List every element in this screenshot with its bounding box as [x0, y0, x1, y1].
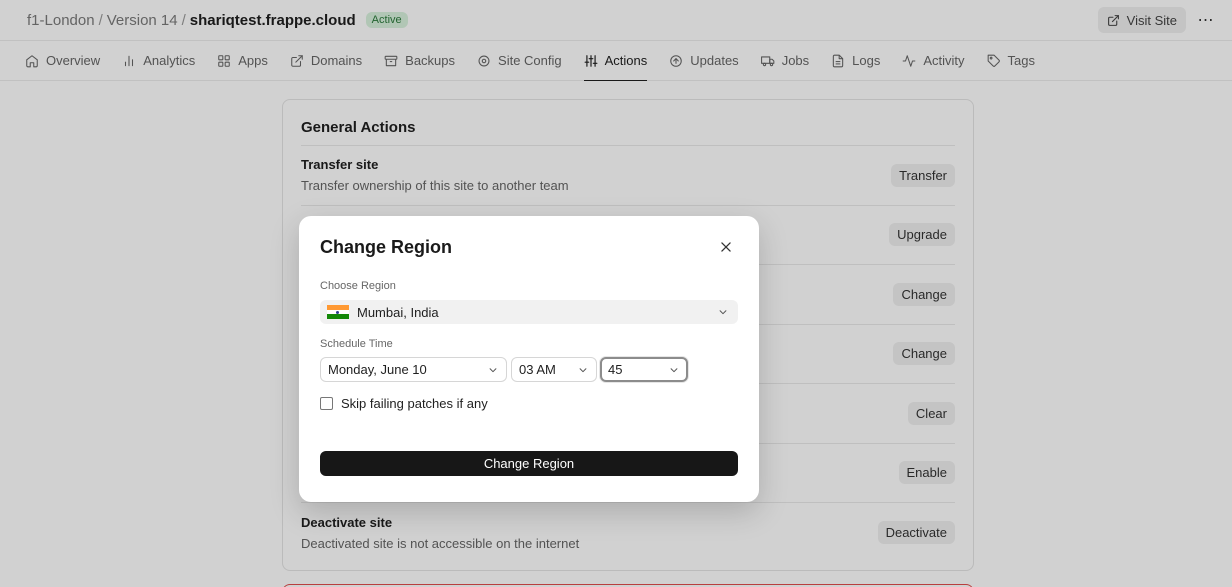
minute-select[interactable]: 45 [600, 357, 688, 382]
region-select[interactable]: Mumbai, India [320, 300, 738, 324]
chevron-down-icon [670, 367, 678, 372]
india-flag-icon [327, 305, 349, 320]
change-region-button[interactable]: Change Region [320, 451, 738, 476]
date-value: Monday, June 10 [328, 362, 427, 377]
dialog-title: Change Region [320, 237, 453, 257]
date-select[interactable]: Monday, June 10 [320, 357, 507, 382]
hour-value: 03 AM [519, 362, 556, 377]
chevron-down-icon [579, 367, 587, 372]
close-icon[interactable] [719, 240, 733, 254]
skip-patches-label: Skip failing patches if any [341, 396, 488, 411]
chevron-down-icon [719, 310, 727, 315]
chevron-down-icon [489, 367, 497, 372]
skip-patches-checkbox[interactable] [320, 397, 333, 410]
change-region-dialog: Change Region Choose Region Mumbai, Indi… [299, 216, 759, 502]
region-label: Choose Region [320, 280, 396, 292]
minute-value: 45 [608, 362, 623, 377]
skip-patches-option[interactable]: Skip failing patches if any [320, 396, 488, 411]
region-value: Mumbai, India [357, 304, 439, 320]
schedule-label: Schedule Time [320, 338, 393, 350]
hour-select[interactable]: 03 AM [511, 357, 597, 382]
